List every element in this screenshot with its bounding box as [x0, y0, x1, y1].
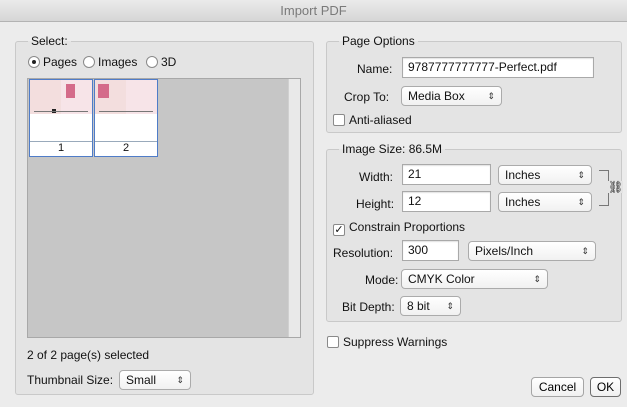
page-thumbnail-image — [95, 80, 157, 142]
checkmark-icon[interactable]: ✓ — [333, 224, 345, 236]
thumbnail-size-label: Thumbnail Size: — [27, 373, 114, 387]
radio-pages[interactable]: Pages — [28, 55, 77, 69]
selection-status: 2 of 2 page(s) selected — [27, 348, 150, 362]
radio-pages-indicator[interactable] — [28, 56, 40, 68]
resolution-field[interactable]: 300 — [402, 240, 459, 261]
page-thumbnail-image — [30, 80, 92, 142]
crop-to-select[interactable]: Media Box ⇕ — [401, 86, 502, 106]
popup-arrow-icon: ⇕ — [577, 170, 585, 180]
radio-3d[interactable]: 3D — [146, 55, 176, 69]
mode-value: CMYK Color — [408, 272, 475, 286]
thumbnail-size-value: Small — [126, 373, 157, 387]
bit-depth-value: 8 bit — [407, 299, 430, 313]
popup-arrow-icon: ⇕ — [446, 301, 454, 311]
chain-link-icon: ⛓ — [608, 180, 624, 194]
width-field[interactable]: 21 — [402, 164, 491, 185]
height-unit-value: Inches — [505, 195, 541, 209]
page-options-legend: Page Options — [342, 34, 415, 48]
name-field[interactable]: 9787777777777-Perfect.pdf — [402, 57, 594, 78]
suppress-warnings-box[interactable] — [327, 336, 339, 348]
name-label: Name: — [357, 62, 393, 76]
popup-arrow-icon: ⇕ — [577, 197, 585, 207]
title-bar: Import PDF — [0, 0, 627, 22]
width-unit-select[interactable]: Inches ⇕ — [498, 165, 592, 185]
crop-to-label: Crop To: — [344, 90, 390, 104]
page-thumbnail[interactable]: 2 — [94, 79, 158, 157]
radio-images-label: Images — [98, 55, 138, 69]
radio-images[interactable]: Images — [83, 55, 137, 69]
cancel-button[interactable]: Cancel — [531, 377, 584, 397]
radio-pages-label: Pages — [43, 55, 78, 69]
resolution-label: Resolution: — [333, 246, 394, 260]
window-title: Import PDF — [280, 3, 347, 18]
mode-select[interactable]: CMYK Color ⇕ — [401, 269, 548, 289]
crop-to-value: Media Box — [408, 89, 465, 103]
mode-label: Mode: — [365, 273, 399, 287]
height-label: Height: — [356, 197, 395, 211]
bit-depth-select[interactable]: 8 bit ⇕ — [400, 296, 461, 316]
anti-aliased-checkbox[interactable]: Anti-aliased — [333, 113, 412, 127]
preview-scrollbar[interactable] — [288, 79, 300, 337]
radio-3d-label: 3D — [161, 55, 177, 69]
radio-images-indicator[interactable] — [83, 56, 95, 68]
popup-arrow-icon: ⇕ — [581, 246, 589, 256]
thumbnail-number: 1 — [57, 142, 65, 154]
select-legend: Select: — [31, 34, 68, 48]
width-label: Width: — [359, 170, 394, 184]
page-preview-area[interactable]: 1 2 — [27, 78, 301, 338]
suppress-warnings-label: Suppress Warnings — [343, 335, 448, 349]
thumbnail-size-select[interactable]: Small ⇕ — [119, 370, 191, 390]
constrain-proportions-label: Constrain Proportions — [349, 220, 466, 234]
image-size-legend: Image Size: 86.5M — [342, 142, 443, 156]
popup-arrow-icon: ⇕ — [533, 274, 541, 284]
height-unit-select[interactable]: Inches ⇕ — [498, 192, 592, 212]
constrain-proportions-checkbox[interactable]: ✓ Constrain Proportions — [333, 220, 465, 236]
anti-aliased-box[interactable] — [333, 114, 345, 126]
radio-3d-indicator[interactable] — [146, 56, 158, 68]
width-unit-value: Inches — [505, 168, 541, 182]
ok-button[interactable]: OK — [590, 377, 621, 397]
resolution-unit-value: Pixels/Inch — [475, 244, 534, 258]
bit-depth-label: Bit Depth: — [342, 300, 395, 314]
height-field[interactable]: 12 — [402, 191, 491, 212]
page-thumbnail[interactable]: 1 — [29, 79, 93, 157]
resolution-unit-select[interactable]: Pixels/Inch ⇕ — [468, 241, 596, 261]
popup-arrow-icon: ⇕ — [176, 375, 184, 385]
suppress-warnings-checkbox[interactable]: Suppress Warnings — [327, 335, 447, 349]
anti-aliased-label: Anti-aliased — [349, 113, 412, 127]
popup-arrow-icon: ⇕ — [487, 91, 495, 101]
thumbnail-number: 2 — [122, 142, 130, 154]
